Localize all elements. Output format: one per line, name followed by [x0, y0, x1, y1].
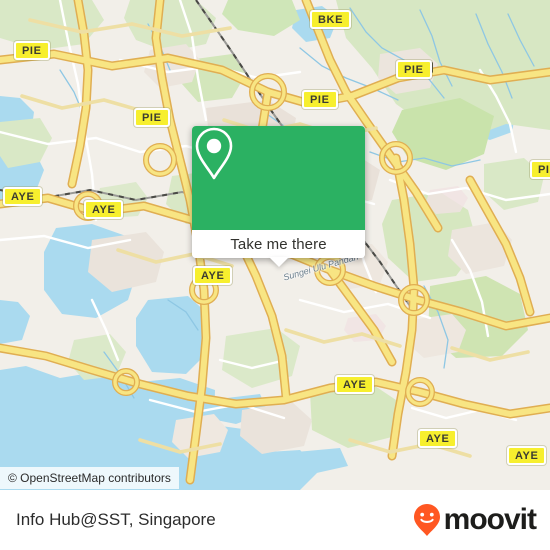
map-pin-icon	[195, 127, 233, 180]
popup-pointer	[268, 257, 289, 267]
road-shield-pie: PIE	[134, 108, 170, 127]
map-attribution[interactable]: © OpenStreetMap contributors	[0, 467, 179, 489]
road-shield-bke: BKE	[310, 10, 352, 29]
place-name-label: Info Hub@SST, Singapore	[16, 510, 216, 529]
place-popup-card[interactable]: Take me there	[192, 126, 365, 267]
popup-header	[192, 126, 365, 230]
road-shield-aye: AYE	[3, 187, 43, 206]
road-shield-aye: AYE	[84, 200, 124, 219]
attribution-text: © OpenStreetMap contributors	[8, 471, 171, 485]
moovit-wordmark: moovit	[443, 503, 537, 536]
moovit-pin-smile-icon	[413, 504, 440, 536]
take-me-there-button[interactable]: Take me there	[192, 230, 365, 258]
map-canvas[interactable]: PIEBKEPIEPIEPIEPIEAYEAYEAYEAYEAYEAYE Sun…	[0, 0, 550, 490]
road-shield-aye: AYE	[418, 429, 458, 448]
road-shield-pie: PIE	[396, 60, 432, 79]
road-shield-pie: PIE	[14, 41, 50, 60]
moovit-map-screen: PIEBKEPIEPIEPIEPIEAYEAYEAYEAYEAYEAYE Sun…	[0, 0, 550, 550]
road-shield-aye: AYE	[507, 446, 547, 465]
moovit-logo[interactable]: moovit	[412, 503, 537, 537]
take-me-there-label: Take me there	[230, 235, 327, 253]
road-shield-aye: AYE	[193, 266, 233, 285]
road-shield-pie: PIE	[530, 160, 550, 179]
road-shield-pie: PIE	[302, 90, 338, 109]
footer-bar: Info Hub@SST, Singapore moovit	[0, 490, 550, 550]
road-shield-aye: AYE	[335, 375, 375, 394]
